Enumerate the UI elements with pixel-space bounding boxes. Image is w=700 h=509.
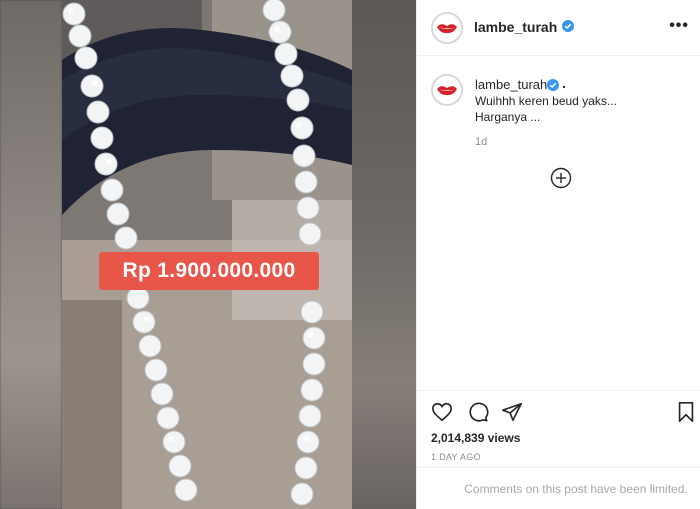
header-username[interactable]: lambe_turah <box>474 19 557 35</box>
action-bar: 2,014,839 views 1 DAY AGO <box>417 390 700 466</box>
lips-logo-icon <box>437 86 457 96</box>
view-count[interactable]: 2,014,839 views <box>431 431 520 445</box>
avatar[interactable] <box>431 12 463 44</box>
caption-avatar[interactable] <box>431 74 463 106</box>
post-timestamp[interactable]: 1 DAY AGO <box>431 452 481 462</box>
comments-limited-text: Comments on this post have been limited. <box>464 481 688 496</box>
comments-limited-notice: Comments on this post have been limited. <box>417 467 700 509</box>
post-sidebar: lambe_turah ••• lambe_turah . Wuihhh ker… <box>416 0 700 509</box>
caption-dot: . <box>562 75 566 91</box>
share-icon[interactable] <box>501 401 523 423</box>
bookmark-icon[interactable] <box>675 401 697 423</box>
price-overlay: Rp 1.900.000.000 <box>99 252 319 290</box>
caption-username[interactable]: lambe_turah <box>475 77 547 92</box>
plus-circle-icon[interactable] <box>550 167 572 189</box>
post-header: lambe_turah ••• <box>417 0 700 56</box>
heart-icon[interactable] <box>431 401 453 423</box>
caption-timestamp[interactable]: 1d <box>475 136 487 148</box>
comment-icon[interactable] <box>467 401 489 423</box>
verified-badge-icon <box>562 20 574 32</box>
more-horizontal-icon[interactable]: ••• <box>669 17 689 35</box>
caption-section: lambe_turah . Wuihhh keren beud yaks... … <box>417 57 700 389</box>
lips-logo-icon <box>437 24 457 34</box>
media-blur-left <box>0 0 62 509</box>
caption-text-line1: Wuihhh keren beud yaks... <box>475 94 617 108</box>
verified-badge-icon <box>547 79 559 91</box>
post-media[interactable]: Rp 1.900.000.000 <box>0 0 416 509</box>
media-blur-right <box>352 0 416 509</box>
caption-text-line2: Harganya ... <box>475 110 541 124</box>
